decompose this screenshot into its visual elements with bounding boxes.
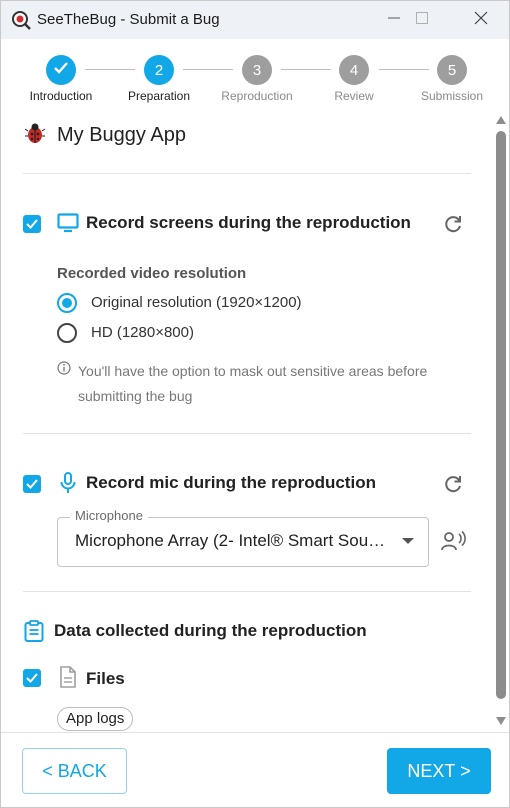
chevron-down-icon [402, 538, 414, 544]
resolution-heading: Recorded video resolution [57, 265, 247, 282]
content-panel: My Buggy App Record screens during the r… [1, 109, 493, 731]
scroll-up-icon[interactable] [496, 116, 506, 124]
divider [23, 591, 471, 592]
step-3-label: Reproduction [221, 89, 293, 103]
microphone-field-label: Microphone [70, 508, 148, 523]
step-1-label: Introduction [29, 89, 93, 103]
footer-divider [1, 732, 509, 733]
next-button[interactable]: NEXT > [387, 748, 491, 794]
data-collected-title: Data collected during the reproduction [54, 621, 367, 640]
bug-magnifier-icon [11, 10, 31, 30]
step-connector [281, 69, 331, 70]
voice-test-icon[interactable] [441, 530, 467, 557]
record-screens-checkbox[interactable] [23, 215, 41, 233]
close-icon [474, 11, 488, 30]
close-button[interactable] [458, 1, 504, 39]
clipboard-icon [24, 620, 44, 647]
record-mic-checkbox[interactable] [23, 475, 41, 493]
app-window: SeeTheBug - Submit a Bug 2 3 4 5 Introdu… [0, 0, 510, 808]
scrollbar-thumb[interactable] [496, 131, 506, 699]
step-2-label: Preparation [127, 89, 191, 103]
maximize-icon [416, 11, 428, 29]
step-2-circle: 2 [144, 55, 174, 85]
step-4-circle: 4 [339, 55, 369, 85]
monitor-icon [57, 213, 79, 238]
info-icon [57, 361, 71, 380]
microphone-value: Microphone Array (2- Intel® Smart Sound … [75, 531, 387, 550]
checkmark-icon [53, 61, 69, 79]
record-mic-title: Record mic during the reproduction [86, 473, 376, 492]
scroll-down-icon[interactable] [496, 717, 506, 725]
step-connector [379, 69, 429, 70]
refresh-mic-icon[interactable] [442, 473, 464, 495]
microphone-icon [59, 472, 77, 499]
file-icon [59, 666, 77, 693]
divider [23, 433, 471, 434]
app-logs-chip: App logs [57, 707, 134, 731]
title-bar: SeeTheBug - Submit a Bug [1, 1, 509, 39]
record-screens-title: Record screens during the reproduction [86, 213, 411, 232]
files-label: Files [86, 669, 125, 688]
app-name: My Buggy App [57, 124, 186, 146]
original-resolution-label[interactable]: Original resolution (1920×1200) [91, 294, 302, 311]
step-5-label: Submission [420, 89, 484, 103]
ladybug-icon [23, 121, 47, 150]
microphone-select[interactable]: Microphone Microphone Array (2- Intel® S… [57, 508, 429, 567]
step-connector [85, 69, 135, 70]
hd-resolution-radio[interactable] [57, 323, 77, 343]
step-3-circle: 3 [242, 55, 272, 85]
app-header: My Buggy App [23, 121, 186, 150]
divider [23, 173, 471, 174]
step-1-completed [46, 55, 76, 85]
wizard-stepper: 2 3 4 5 Introduction Preparation Reprodu… [1, 49, 509, 109]
hd-resolution-label[interactable]: HD (1280×800) [91, 324, 194, 341]
step-5-circle: 5 [437, 55, 467, 85]
mask-info-text: You'll have the option to mask out sensi… [78, 363, 428, 404]
step-connector [183, 69, 233, 70]
step-4-label: Review [334, 89, 374, 103]
refresh-screens-icon[interactable] [442, 213, 464, 235]
window-title: SeeTheBug - Submit a Bug [37, 11, 220, 28]
files-checkbox[interactable] [23, 669, 41, 687]
back-button[interactable]: < BACK [22, 748, 127, 794]
original-resolution-radio[interactable] [57, 293, 77, 313]
maximize-button[interactable] [399, 1, 445, 39]
